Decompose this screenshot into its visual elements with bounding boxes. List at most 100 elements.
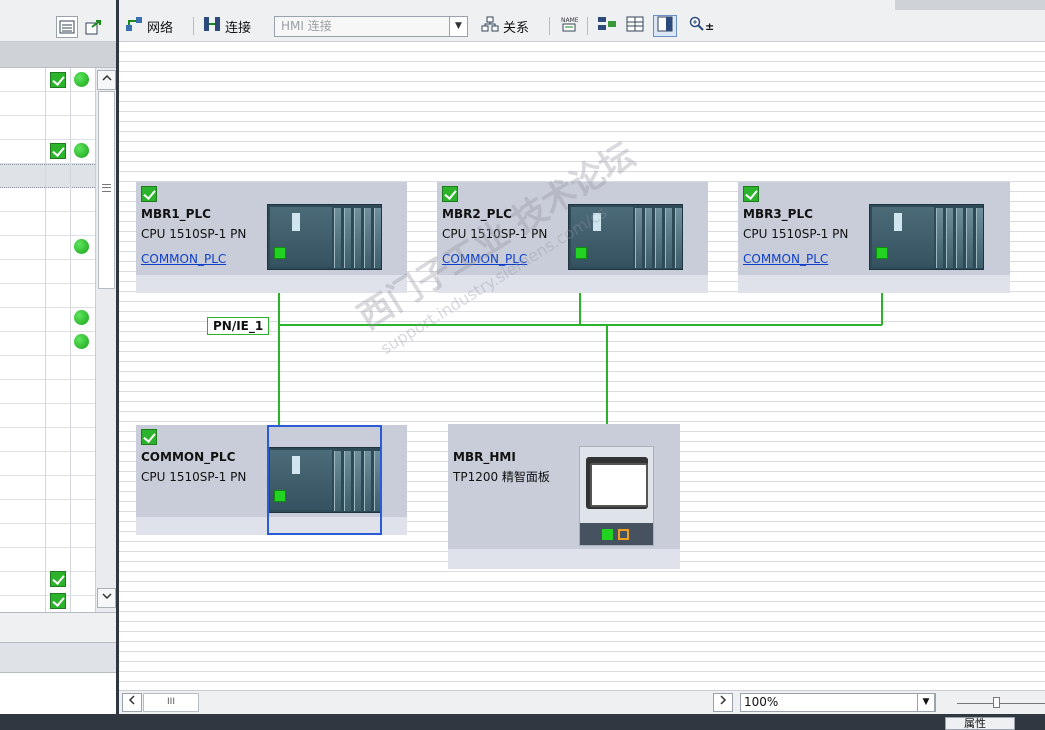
vertical-scrollbar[interactable] [95,68,116,612]
connection-type-value: HMI 连接 [281,19,332,33]
left-section [0,672,116,714]
check-icon [50,72,66,88]
master-link[interactable]: COMMON_PLC [442,252,527,266]
device-mbr-hmi[interactable]: MBR_HMI TP1200 精智面板 [448,424,680,569]
device-name: MBR3_PLC [743,207,813,221]
selection-frame [267,425,382,535]
column-divider [70,68,71,612]
table-row[interactable] [0,524,95,548]
device-footer [437,275,708,293]
network-icon [125,16,143,36]
zoom-in-icon [689,16,705,36]
scroll-down-button[interactable] [97,588,116,608]
master-link[interactable]: COMMON_PLC [743,252,828,266]
status-ok-icon [74,334,89,349]
properties-tab[interactable]: 属性 [945,717,1015,730]
scroll-thumb[interactable] [98,91,115,289]
grid-icon [625,15,645,37]
check-icon [141,429,157,445]
device-type: TP1200 精智面板 [453,470,550,484]
show-addresses-button[interactable]: NAME [559,15,579,37]
check-icon [141,186,157,202]
connections-icon [203,16,221,36]
table-row[interactable] [0,116,95,140]
plc-image[interactable] [568,204,683,270]
table-row[interactable] [0,404,95,428]
table-row[interactable] [0,380,95,404]
subnet-label[interactable]: PN/IE_1 [207,317,270,335]
device-name: COMMON_PLC [141,450,236,464]
grid-view-button[interactable] [625,15,645,37]
left-status [0,714,116,730]
plc-image[interactable] [869,204,984,270]
device-footer [738,275,1010,293]
hmi-image[interactable] [579,446,654,546]
horizontal-scroll-thumb[interactable]: III [143,693,199,712]
connection-type-select[interactable]: HMI 连接 ▼ [274,16,468,37]
profinet-port-icon[interactable] [575,247,587,259]
address-label-icon: NAME [559,15,579,37]
table-row[interactable] [0,188,95,212]
status-ok-icon [74,72,89,87]
status-ok-icon [74,310,89,325]
table-row-selected[interactable] [0,164,95,188]
left-section [0,642,116,672]
profinet-port-icon[interactable] [274,247,286,259]
table-row[interactable] [0,476,95,500]
zoom-slider-thumb[interactable] [993,697,1000,708]
table-row[interactable] [0,500,95,524]
master-link[interactable]: COMMON_PLC [141,252,226,266]
table-row[interactable] [0,548,95,572]
device-mbr3-plc[interactable]: MBR3_PLC CPU 1510SP-1 PN COMMON_PLC [738,182,1010,293]
relations-label: 关系 [503,20,530,36]
table-row[interactable] [0,428,95,452]
table-row[interactable] [0,260,95,284]
scroll-right-button[interactable] [713,693,733,712]
toolbar-separator [549,17,550,35]
network-view-button[interactable]: 网络 [125,15,173,37]
scroll-left-button[interactable] [122,693,142,712]
device-mbr1-plc[interactable]: MBR1_PLC CPU 1510SP-1 PN COMMON_PLC [136,182,407,293]
status-ok-icon [74,239,89,254]
network-wires [278,247,883,447]
device-type: CPU 1510SP-1 PN [743,227,849,241]
zoom-button[interactable]: ± [689,15,714,37]
check-icon [743,186,759,202]
table-row[interactable] [0,356,95,380]
profinet-port-icon[interactable] [876,247,888,259]
table-row[interactable] [0,212,95,236]
scroll-up-button[interactable] [97,70,116,90]
left-toolbar [0,0,116,42]
table-row[interactable] [0,92,95,116]
relations-icon [481,16,499,36]
device-overview-button[interactable] [597,15,617,37]
zoom-select[interactable]: 100% [740,693,936,712]
table-view-icon[interactable] [56,16,78,38]
device-type: CPU 1510SP-1 PN [141,470,247,484]
table-row[interactable] [0,572,95,596]
zoom-slider[interactable] [957,697,1045,709]
export-icon[interactable] [82,16,104,38]
mpi-port-icon[interactable] [618,529,629,540]
split-view-button[interactable] [653,15,677,37]
canvas-bottom-bar: III 100% ▼ [119,690,1045,714]
network-view-toolbar: 网络 连接 HMI 连接 ▼ 关系 NAME ± [119,0,1045,42]
connections-label: 连接 [225,20,252,36]
network-canvas[interactable]: PN/IE_1 MBR1_PLC CPU 1510SP-1 PN COMMON_… [119,42,1045,690]
device-common-plc[interactable]: COMMON_PLC CPU 1510SP-1 PN [136,425,407,535]
panel-split-icon [656,15,674,37]
table-row[interactable] [0,284,95,308]
status-bar: 属性 [119,714,1045,730]
device-type: CPU 1510SP-1 PN [442,227,548,241]
table-row[interactable] [0,452,95,476]
chevron-down-icon[interactable]: ▼ [449,17,467,36]
chevron-down-icon[interactable]: ▼ [917,693,935,712]
left-table-header [0,42,116,68]
connections-button[interactable]: 连接 [203,15,251,37]
relations-button[interactable]: 关系 [481,15,529,37]
device-name: MBR2_PLC [442,207,512,221]
device-mbr2-plc[interactable]: MBR2_PLC CPU 1510SP-1 PN COMMON_PLC [437,182,708,293]
plc-image[interactable] [267,204,382,270]
check-icon [50,593,66,609]
profinet-port-icon[interactable] [602,529,613,540]
